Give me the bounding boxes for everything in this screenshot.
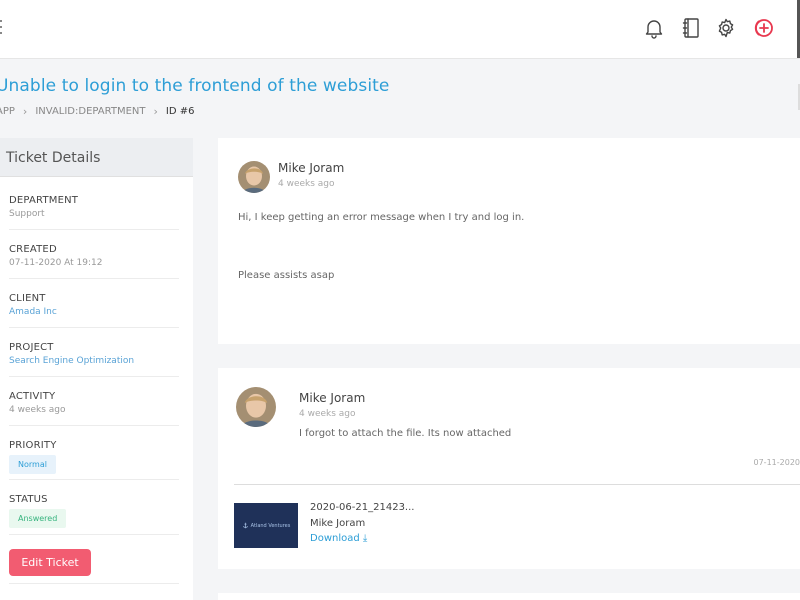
- download-icon: ⤓: [362, 533, 368, 544]
- field-label: STATUS: [9, 494, 48, 505]
- field-label: DEPARTMENT: [9, 195, 79, 206]
- client-link[interactable]: Amada Inc: [9, 307, 179, 317]
- message-author: Mike Joram: [278, 161, 345, 175]
- divider: [234, 484, 800, 485]
- field-department: DEPARTMENT Support: [9, 195, 179, 230]
- thumbnail-logo-text: Atland Ventures: [250, 522, 291, 529]
- field-value: 07-11-2020 At 19:12: [9, 258, 103, 268]
- gear-icon[interactable]: [714, 16, 738, 40]
- notebook-icon[interactable]: [679, 16, 703, 40]
- menu-icon[interactable]: [0, 20, 2, 38]
- avatar: [236, 387, 276, 427]
- field-activity: ACTIVITY 4 weeks ago: [9, 391, 179, 426]
- attachment-author: Mike Joram: [310, 518, 366, 529]
- bell-icon[interactable]: [642, 16, 666, 40]
- field-status: STATUS Answered: [9, 494, 179, 535]
- chevron-right-icon: ›: [153, 104, 158, 118]
- anchor-icon: [242, 522, 248, 529]
- field-label: PRIORITY: [9, 440, 57, 451]
- field-value: 4 weeks ago: [9, 405, 66, 415]
- divider: [9, 583, 179, 584]
- message-body: I forgot to attach the file. Its now att…: [299, 428, 512, 439]
- download-label: Download: [310, 533, 360, 544]
- field-label: PROJECT: [9, 342, 54, 353]
- field-value: Support: [9, 209, 45, 219]
- page-title: Unable to login to the frontend of the w…: [0, 76, 390, 96]
- chevron-right-icon: ›: [22, 104, 28, 118]
- attachment-filename: 2020-06-21_21423...: [310, 502, 415, 513]
- field-label: CLIENT: [9, 293, 46, 304]
- top-bar: [0, 0, 800, 59]
- field-project: PROJECT Search Engine Optimization: [9, 342, 179, 377]
- edit-ticket-button[interactable]: Edit Ticket: [9, 549, 91, 576]
- breadcrumb-item-current: ID #6: [165, 105, 195, 117]
- avatar: [238, 161, 270, 193]
- breadcrumb-item-department[interactable]: INVALID:DEPARTMENT: [35, 106, 145, 117]
- message-card: Mike Joram 4 weeks ago Hi, I keep gettin…: [218, 138, 800, 344]
- project-link[interactable]: Search Engine Optimization: [9, 356, 179, 366]
- message-card: Mike Joram 4 weeks ago I forgot to attac…: [218, 368, 800, 569]
- priority-badge: Normal: [9, 455, 56, 474]
- message-body: Hi, I keep getting an error message when…: [238, 212, 525, 223]
- add-circle-icon[interactable]: [751, 16, 775, 40]
- status-badge: Answered: [9, 509, 67, 528]
- message-card: [218, 593, 800, 600]
- panel-title: Ticket Details: [0, 138, 193, 177]
- download-link[interactable]: Download ⤓: [310, 533, 367, 544]
- field-created: CREATED 07-11-2020 At 19:12: [9, 244, 179, 279]
- breadcrumb: APP › INVALID:DEPARTMENT › ID #6: [0, 103, 194, 119]
- field-client: CLIENT Amada Inc: [9, 293, 179, 328]
- field-label: CREATED: [9, 244, 57, 255]
- attachment-thumbnail[interactable]: Atland Ventures: [234, 503, 298, 548]
- message-time: 4 weeks ago: [299, 409, 356, 419]
- field-priority: PRIORITY Normal: [9, 440, 179, 480]
- message-body: Please assists asap: [238, 270, 335, 281]
- message-author: Mike Joram: [299, 391, 366, 405]
- message-date: 07-11-2020: [753, 458, 800, 467]
- breadcrumb-item-app[interactable]: APP: [0, 106, 15, 117]
- field-label: ACTIVITY: [9, 391, 56, 402]
- message-time: 4 weeks ago: [278, 179, 335, 189]
- ticket-details-panel: Ticket Details DEPARTMENT Support CREATE…: [0, 138, 193, 600]
